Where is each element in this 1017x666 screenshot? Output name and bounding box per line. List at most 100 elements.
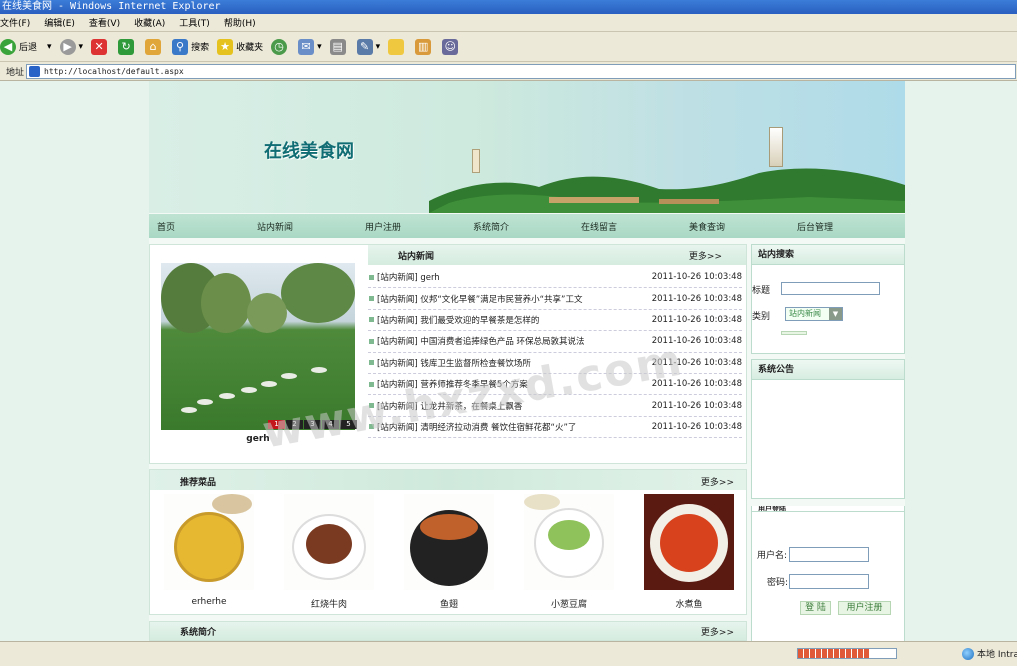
back-dropdown-icon[interactable]: ▾ (47, 42, 52, 52)
pager-button-1[interactable]: 1 (268, 420, 285, 429)
nav-news[interactable]: 站内新闻 (221, 220, 329, 233)
edit-button[interactable]: ✎ ▾ (356, 38, 381, 55)
news-title[interactable]: [站内新闻] 清明经济拉动消费 餐饮住宿鲜花都“火”了 (377, 421, 650, 433)
edit-dropdown-icon[interactable]: ▾ (376, 42, 381, 52)
mail-button[interactable]: ✉ ▾ (298, 38, 322, 55)
pager-button-4[interactable]: 4 (322, 420, 339, 429)
login-button[interactable]: 登 陆 (800, 601, 831, 615)
username-input[interactable] (789, 547, 869, 562)
site-title: 在线美食网 (264, 141, 354, 162)
soup-bowl (174, 512, 244, 582)
back-button[interactable]: ◀ 后退 ▾ (0, 38, 52, 55)
register-button[interactable]: 用户注册 (838, 601, 891, 615)
password-input[interactable] (789, 574, 869, 589)
news-item[interactable]: [站内新闻] 中国消费者追捧绿色产品 环保总局敦其说法 2011-10-26 10… (368, 331, 742, 353)
news-date: 2011-10-26 10:03:48 (651, 379, 742, 390)
pager-button-3[interactable]: 3 (304, 420, 321, 429)
history-icon: ◷ (271, 38, 288, 55)
news-title[interactable]: [站内新闻] 仪邦“文化早餐”满足市民营养小“共享”工文 (377, 293, 650, 305)
category-select[interactable]: 站内新闻 ▼ (785, 307, 843, 321)
print-button[interactable]: ▤ (329, 38, 349, 55)
history-button[interactable]: ◷ (271, 38, 290, 55)
news-slideshow-image[interactable] (161, 263, 355, 430)
dish-name[interactable]: 水煮鱼 (644, 597, 734, 610)
tree-canopy (247, 293, 287, 333)
dish-image[interactable] (644, 494, 734, 590)
security-zone[interactable]: 本地 Intranet (962, 647, 1017, 660)
news-item[interactable]: [站内新闻] gerh 2011-10-26 10:03:48 (368, 267, 742, 289)
mail-dropdown-icon[interactable]: ▾ (317, 42, 322, 52)
dish-name[interactable]: 小葱豆腐 (524, 597, 614, 610)
news-title[interactable]: [站内新闻] 营养师推荐冬季早餐5个方案 (377, 378, 650, 390)
system-intro-more-link[interactable]: 更多>> (701, 625, 734, 638)
stepping-stone (197, 399, 213, 405)
menu-help[interactable]: 帮助(H) (224, 16, 256, 29)
edit-icon: ✎ (356, 38, 373, 55)
pager-button-5[interactable]: 5 (340, 420, 357, 429)
news-date: 2011-10-26 10:03:48 (651, 400, 742, 411)
window-title-bar: 在线美食网 - Windows Internet Explorer (0, 0, 1017, 14)
news-item[interactable]: [站内新闻] 我们最受欢迎的早餐茶是怎样的 2011-10-26 10:03:48 (368, 310, 742, 332)
pager-button-2[interactable]: 2 (286, 420, 303, 429)
nav-food-search[interactable]: 美食查询 (653, 220, 761, 233)
dish-card[interactable]: 红烧牛肉 (284, 494, 374, 610)
news-title[interactable]: [站内新闻] gerh (377, 271, 650, 283)
dish-image[interactable] (284, 494, 374, 590)
slideshow-caption[interactable]: gerh (161, 434, 355, 444)
dish-name[interactable]: erherhe (164, 597, 254, 607)
menu-view[interactable]: 查看(V) (89, 16, 120, 29)
dish-image[interactable] (404, 494, 494, 590)
nav-about[interactable]: 系统简介 (437, 220, 545, 233)
search-keyword-input[interactable] (781, 282, 880, 295)
refresh-icon: ↻ (118, 38, 135, 55)
news-title[interactable]: [站内新闻] 钱库卫生监督所检查餐饮场所 (377, 357, 650, 369)
news-item[interactable]: [站内新闻] 仪邦“文化早餐”满足市民营养小“共享”工文 2011-10-26 1… (368, 288, 742, 310)
news-more-link[interactable]: 更多>> (689, 249, 722, 262)
dish-name[interactable]: 鱼翅 (404, 597, 494, 610)
nav-home[interactable]: 首页 (149, 220, 221, 233)
home-button[interactable]: ⌂ (145, 38, 164, 55)
title-label: 标题 (752, 286, 771, 296)
menu-tools[interactable]: 工具(T) (179, 16, 210, 29)
dish-card[interactable]: 鱼翅 (404, 494, 494, 610)
news-title[interactable]: [站内新闻] 让龙井新茶，在餐桌上飘香 (377, 400, 650, 412)
address-input[interactable]: http://localhost/default.aspx (26, 63, 1016, 79)
star-icon: ★ (217, 38, 234, 55)
nav-admin[interactable]: 后台管理 (761, 220, 869, 233)
messenger-button[interactable]: ☺ (442, 38, 461, 55)
news-item[interactable]: [站内新闻] 营养师推荐冬季早餐5个方案 2011-10-26 10:03:48 (368, 374, 742, 396)
stop-button[interactable]: ✕ (91, 38, 110, 55)
dishes-heading: 推荐菜品 (180, 478, 217, 488)
mail-icon: ✉ (298, 38, 315, 55)
news-panel: 站内新闻 更多>> 1 2 3 4 5 gerh [站内新闻] gerh 201… (149, 244, 747, 464)
news-title[interactable]: [站内新闻] 中国消费者追捧绿色产品 环保总局敦其说法 (377, 335, 650, 347)
dish-image[interactable] (164, 494, 254, 590)
search-icon: ⚲ (172, 38, 189, 55)
dishes-more-link[interactable]: 更多>> (701, 475, 734, 488)
forward-dropdown-icon[interactable]: ▾ (79, 42, 84, 52)
site-container: 在线美食网 首页 站内新闻 用户注册 系统简介 在线留言 美食查询 后台管理 站… (149, 81, 905, 641)
news-item[interactable]: [站内新闻] 钱库卫生监督所检查餐饮场所 2011-10-26 10:03:48 (368, 353, 742, 374)
news-item[interactable]: [站内新闻] 清明经济拉动消费 餐饮住宿鲜花都“火”了 2011-10-26 10… (368, 417, 742, 439)
search-button[interactable]: ⚲ 搜索 (172, 38, 209, 55)
menu-favorites[interactable]: 收藏(A) (134, 16, 165, 29)
menu-file[interactable]: 文件(F) (0, 16, 30, 29)
dish-image[interactable] (524, 494, 614, 590)
nav-guestbook[interactable]: 在线留言 (545, 220, 653, 233)
search-submit-button[interactable] (781, 331, 807, 335)
dish-card[interactable]: erherhe (164, 494, 254, 607)
nav-register[interactable]: 用户注册 (329, 220, 437, 233)
dish-card[interactable]: 水煮鱼 (644, 494, 734, 610)
menu-edit[interactable]: 编辑(E) (44, 16, 75, 29)
news-title[interactable]: [站内新闻] 我们最受欢迎的早餐茶是怎样的 (377, 314, 650, 326)
notice-heading: 系统公告 (752, 360, 904, 380)
forward-button[interactable]: ▶ ▾ (59, 38, 84, 55)
research-button[interactable]: ▥ (415, 38, 434, 55)
favorites-button[interactable]: ★ 收藏夹 (217, 38, 263, 55)
dish-name[interactable]: 红烧牛肉 (284, 597, 374, 610)
dish-card[interactable]: 小葱豆腐 (524, 494, 614, 610)
news-item[interactable]: [站内新闻] 让龙井新茶，在餐桌上飘香 2011-10-26 10:03:48 (368, 395, 742, 417)
refresh-button[interactable]: ↻ (118, 38, 137, 55)
discuss-button[interactable] (388, 38, 407, 55)
bullet-icon (369, 317, 374, 323)
